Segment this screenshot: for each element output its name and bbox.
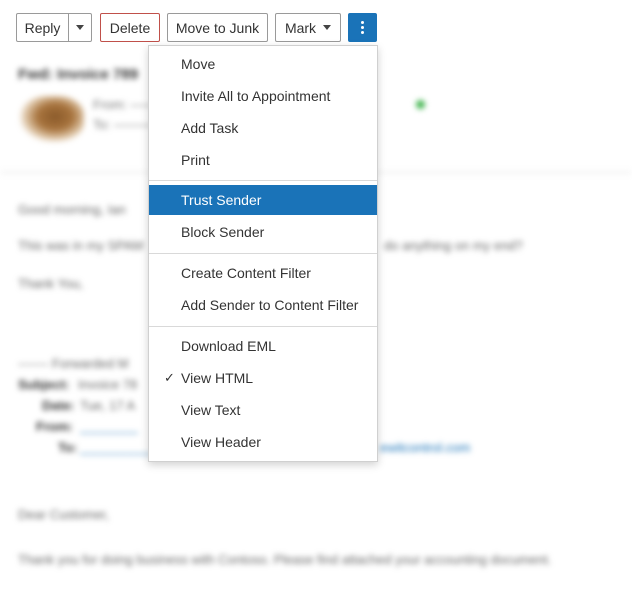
menu-item-block-sender[interactable]: Block Sender: [149, 217, 377, 247]
online-status-icon: [416, 100, 425, 109]
fwd-date-label: Date:: [42, 398, 75, 413]
more-actions-button[interactable]: [348, 13, 377, 42]
mail-thanks: Thank You,: [18, 276, 84, 291]
reply-options-button[interactable]: [68, 13, 92, 42]
delete-button[interactable]: Delete: [100, 13, 160, 42]
mail-greeting: Good morning, Ian: [18, 202, 126, 217]
mail-thank-you-line: Thank you for doing business with Contos…: [18, 552, 552, 567]
mail-body-line: This was in my SPAM: [18, 238, 144, 253]
mark-button-label: Mark: [284, 19, 317, 36]
fwd-to-link[interactable]: ewitcontrol.com: [380, 440, 470, 455]
menu-item-add-task[interactable]: Add Task: [149, 113, 377, 143]
menu-item-invite-all-to-appointment[interactable]: Invite All to Appointment: [149, 81, 377, 111]
fwd-from-label: From:: [36, 419, 73, 434]
sender-avatar: [20, 96, 84, 142]
menu-item-view-html[interactable]: ✓ View HTML: [149, 363, 377, 393]
more-vertical-icon: [361, 21, 364, 34]
menu-item-view-text[interactable]: View Text: [149, 395, 377, 425]
fwd-subject-label: Subject:: [18, 377, 70, 392]
fwd-subject: Invoice 78: [78, 377, 138, 392]
menu-item-label: Add Task: [181, 120, 239, 136]
menu-item-label: Trust Sender: [181, 192, 262, 208]
menu-item-label: Block Sender: [181, 224, 265, 240]
menu-item-create-content-filter[interactable]: Create Content Filter: [149, 258, 377, 288]
menu-item-add-sender-to-content-filter[interactable]: Add Sender to Content Filter: [149, 290, 377, 320]
menu-item-print[interactable]: Print: [149, 145, 377, 175]
more-actions-menu: Move Invite All to Appointment Add Task …: [148, 45, 378, 462]
menu-item-move[interactable]: Move: [149, 49, 377, 79]
mail-dear: Dear Customer,: [18, 507, 110, 522]
menu-item-label: Print: [181, 152, 210, 168]
menu-item-trust-sender[interactable]: Trust Sender: [149, 185, 377, 215]
menu-item-label: Add Sender to Content Filter: [181, 297, 359, 313]
menu-item-label: Move: [181, 56, 216, 72]
menu-separator: [149, 180, 377, 181]
menu-item-label: View Text: [181, 402, 241, 418]
forwarded-header: ------- Forwarded M: [18, 356, 129, 371]
fwd-date: Tue, 17 A: [80, 398, 136, 413]
move-to-junk-button[interactable]: Move to Junk: [167, 13, 268, 42]
mark-button[interactable]: Mark: [275, 13, 341, 42]
menu-item-label: View HTML: [181, 370, 254, 386]
reply-button[interactable]: Reply: [16, 13, 69, 42]
menu-item-label: View Header: [181, 434, 261, 450]
menu-item-label: Invite All to Appointment: [181, 88, 331, 104]
checkmark-icon: ✓: [164, 370, 175, 385]
menu-item-label: Download EML: [181, 338, 276, 354]
fwd-from-link[interactable]: ________: [80, 419, 138, 434]
mail-subject: Fwd: Invoice 789: [18, 66, 139, 83]
fwd-to-link-start[interactable]: __________: [80, 440, 152, 455]
chevron-down-icon: [323, 25, 332, 30]
menu-item-label: Create Content Filter: [181, 265, 311, 281]
fwd-to-label: To:: [58, 440, 78, 455]
mail-body-line-end: do anything on my end?: [384, 238, 523, 253]
menu-item-view-header[interactable]: View Header: [149, 427, 377, 457]
menu-separator: [149, 253, 377, 254]
menu-separator: [149, 326, 377, 327]
chevron-down-icon: [76, 25, 84, 30]
menu-item-download-eml[interactable]: Download EML: [149, 331, 377, 361]
